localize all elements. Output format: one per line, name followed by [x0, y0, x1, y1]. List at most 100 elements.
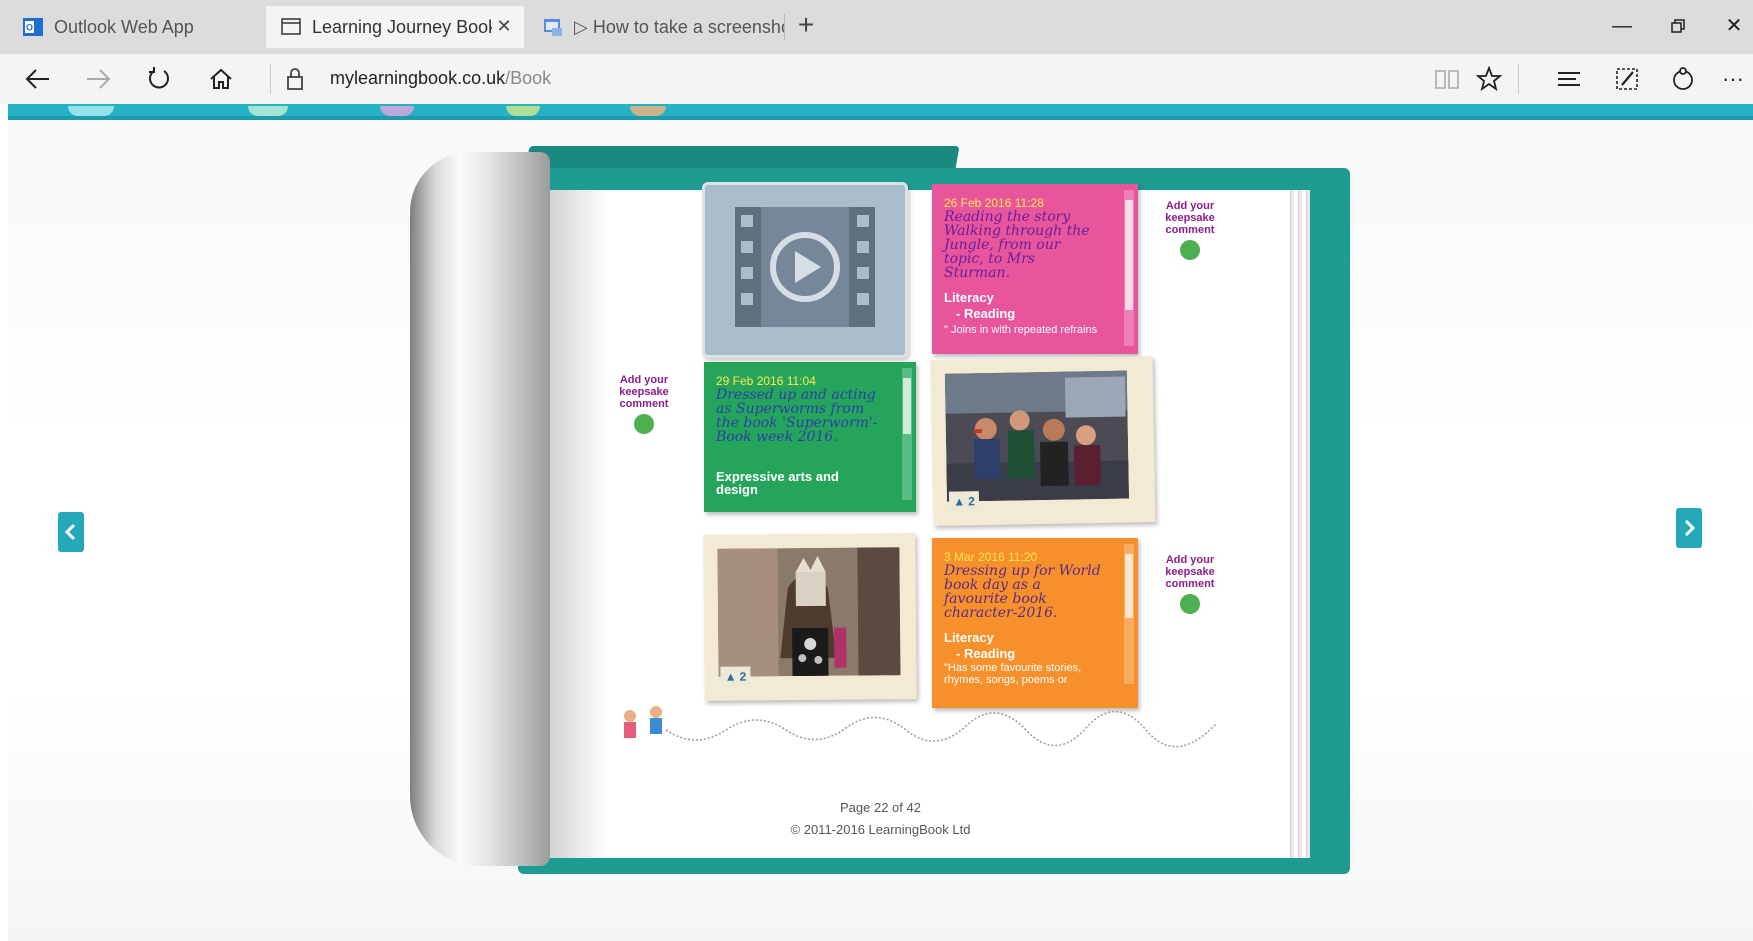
- keepsake-label: Add your keepsake comment: [1165, 554, 1215, 590]
- classroom-photo: [944, 370, 1130, 502]
- journal-entry-card[interactable]: 3 Mar 2016 11:20 Dressing up for World b…: [932, 538, 1138, 708]
- page-icon: [281, 18, 301, 35]
- close-window-button[interactable]: ✕: [1716, 10, 1752, 42]
- forward-button[interactable]: [82, 62, 116, 96]
- page-edge: [1306, 190, 1310, 858]
- image-icon: ▲: [953, 494, 966, 509]
- lock-icon: [278, 62, 312, 96]
- page-indicator: Page 22 of 42: [840, 800, 921, 815]
- scroll-thumb[interactable]: [903, 378, 911, 434]
- video-tile[interactable]: [702, 182, 908, 358]
- play-circle-icon: [1180, 240, 1200, 260]
- toolbar-divider: [1518, 64, 1519, 94]
- site-header-strip: [8, 104, 1753, 120]
- browser-window: O Outlook Web App Learning Journey Book …: [0, 0, 1753, 941]
- keepsake-comment-link[interactable]: Add your keepsake comment: [612, 374, 676, 434]
- book-icon: [1435, 70, 1459, 89]
- header-ornament: [380, 106, 414, 116]
- refresh-icon: [149, 67, 169, 89]
- photo-count-badge: ▲ 2: [948, 491, 980, 512]
- scroll-thumb[interactable]: [1125, 200, 1133, 310]
- kids-squiggle-decoration: [624, 706, 1217, 748]
- keepsake-comment-link[interactable]: Add your keepsake comment: [1158, 200, 1222, 260]
- tab-how-to-screenshot[interactable]: ▷ How to take a screenshot: [528, 6, 786, 48]
- photo-count-badge: ▲ 2: [720, 666, 751, 687]
- journal-entry-card[interactable]: 29 Feb 2016 11:04 Dressed up and acting …: [704, 362, 916, 512]
- tab-label: Learning Journey Book f: [312, 16, 492, 37]
- url-field[interactable]: mylearningbook.co.uk/Book: [330, 68, 551, 89]
- card-scrollbar[interactable]: [1124, 190, 1134, 346]
- more-button[interactable]: ···: [1716, 62, 1750, 96]
- next-page-button[interactable]: [1676, 508, 1702, 548]
- logo-fragment: [68, 106, 114, 116]
- card-scrollbar[interactable]: [1124, 544, 1134, 684]
- child-costume-photo: [717, 547, 901, 677]
- home-icon: [210, 68, 232, 89]
- hub-icon: [1558, 72, 1580, 86]
- url-path: /Book: [505, 68, 552, 88]
- share-button[interactable]: [1666, 62, 1700, 96]
- book-spine: [410, 152, 550, 866]
- header-ornament: [506, 106, 540, 116]
- favorite-button[interactable]: [1472, 62, 1506, 96]
- entry-date: 26 Feb 2016 11:28: [944, 196, 1044, 210]
- journal-entry-card[interactable]: 26 Feb 2016 11:28 Reading the story Walk…: [932, 184, 1138, 354]
- hub-button[interactable]: [1552, 62, 1586, 96]
- tab-label: ▷ How to take a screenshot: [574, 16, 784, 37]
- play-circle-icon: [634, 414, 654, 434]
- restore-icon: [1671, 19, 1685, 33]
- entry-text: Reading the story Walking through the Ju…: [944, 209, 1090, 281]
- keepsake-comment-link[interactable]: Add your keepsake comment: [1158, 554, 1222, 614]
- header-ornament: [630, 106, 666, 116]
- keepsake-label: Add your keepsake comment: [1165, 200, 1215, 236]
- back-arrow-icon: [25, 69, 49, 89]
- tab-bar: O Outlook Web App Learning Journey Book …: [0, 0, 1753, 54]
- header-ornament: [248, 106, 288, 116]
- card-scrollbar[interactable]: [902, 368, 912, 500]
- entry-text: Dressed up and acting as Superworms from…: [716, 387, 878, 445]
- restore-button[interactable]: [1660, 10, 1696, 42]
- chevron-left-icon: [64, 523, 76, 541]
- learning-area: Literacy: [944, 630, 994, 645]
- url-domain: mylearningbook.co.uk: [330, 68, 506, 88]
- entry-excerpt: "Has some favourite stories, rhymes, son…: [944, 662, 1082, 686]
- address-bar: mylearningbook.co.uk/Book ···: [0, 54, 1753, 104]
- minimize-button[interactable]: —: [1604, 10, 1640, 42]
- pen-icon: [1616, 68, 1638, 90]
- web-page: 26 Feb 2016 11:28 Reading the story Walk…: [8, 104, 1753, 941]
- tab-label: Outlook Web App: [54, 16, 194, 37]
- learning-subarea: - Reading: [956, 646, 1016, 661]
- new-tab-button[interactable]: +: [790, 10, 822, 42]
- photo-card[interactable]: ▲ 2: [703, 533, 917, 701]
- photo-count: 2: [968, 494, 975, 509]
- entry-text: Dressing up for World book day as a favo…: [944, 563, 1101, 621]
- web-note-button[interactable]: [1610, 62, 1644, 96]
- scroll-thumb[interactable]: [1125, 554, 1133, 618]
- entry-excerpt: " Joins in with repeated refrains: [944, 324, 1098, 336]
- photo-card[interactable]: ▲ 2: [930, 356, 1156, 526]
- tab-outlook[interactable]: O Outlook Web App: [8, 6, 266, 48]
- svg-text:O: O: [26, 23, 33, 33]
- keepsake-label: Add your keepsake comment: [619, 374, 669, 410]
- forward-arrow-icon: [87, 69, 111, 89]
- entry-date: 3 Mar 2016 11:20: [944, 550, 1038, 564]
- image-icon: ▲: [724, 669, 737, 684]
- learning-subarea: - Reading: [956, 306, 1016, 321]
- back-button[interactable]: [20, 62, 54, 96]
- refresh-button[interactable]: [142, 62, 176, 96]
- play-circle-icon: [1180, 594, 1200, 614]
- photo-count: 2: [739, 669, 747, 684]
- close-icon[interactable]: ✕: [494, 16, 514, 36]
- spine-shadow: [548, 190, 608, 858]
- previous-page-button[interactable]: [58, 512, 84, 552]
- address-divider: [270, 64, 271, 94]
- chevron-right-icon: [1684, 519, 1696, 537]
- home-button[interactable]: [204, 62, 238, 96]
- copyright: © 2011-2016 LearningBook Ltd: [790, 822, 971, 837]
- tab-learning-journey[interactable]: Learning Journey Book f ✕: [266, 6, 524, 48]
- page-edge: [1290, 190, 1294, 858]
- outlook-icon: O: [23, 18, 43, 36]
- learning-area: Expressive arts and design: [716, 469, 839, 497]
- star-icon: [1476, 66, 1502, 92]
- reading-view-button[interactable]: [1430, 62, 1464, 96]
